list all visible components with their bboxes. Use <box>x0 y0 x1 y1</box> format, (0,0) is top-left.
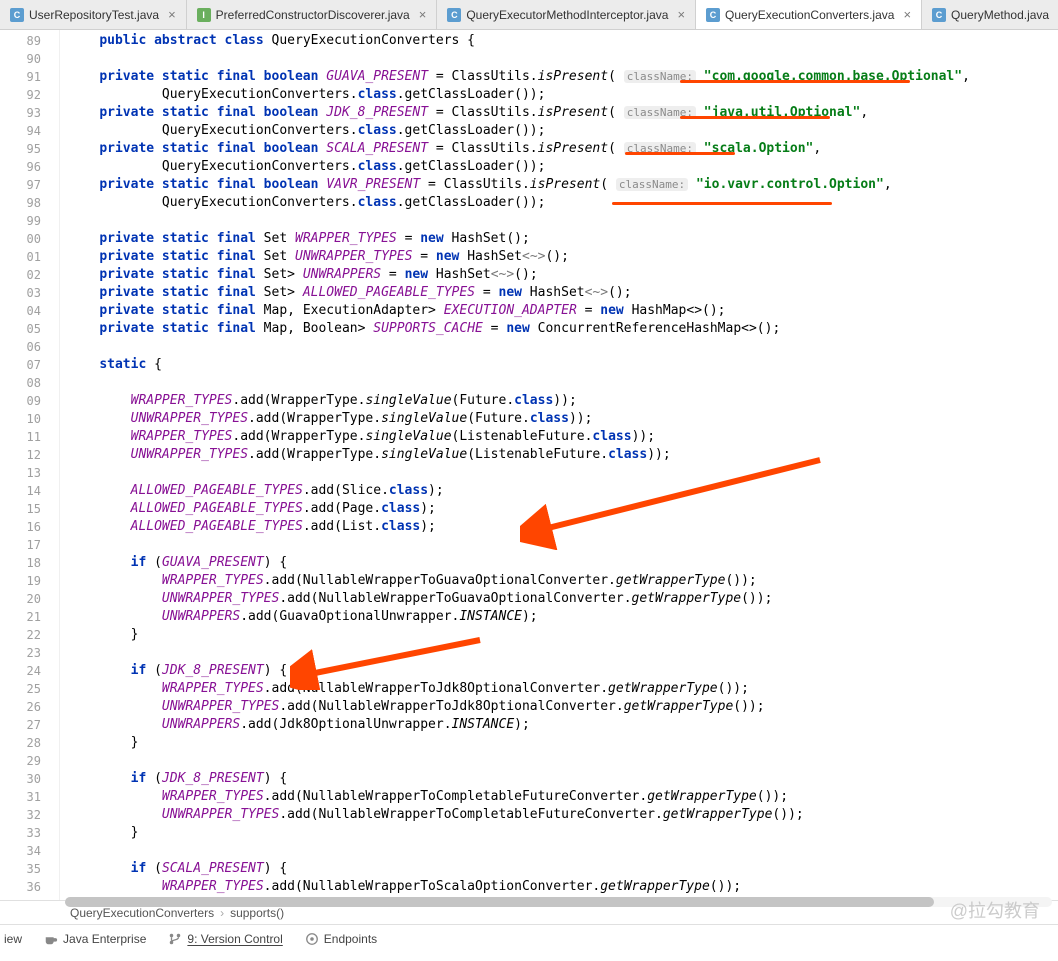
line-number: 31 <box>0 788 41 806</box>
line-number: 94 <box>0 122 41 140</box>
line-number: 01 <box>0 248 41 266</box>
line-number: 04 <box>0 302 41 320</box>
line-number: 35 <box>0 860 41 878</box>
annotation-underline <box>680 80 910 83</box>
line-number: 36 <box>0 878 41 896</box>
line-number: 13 <box>0 464 41 482</box>
line-number: 06 <box>0 338 41 356</box>
annotation-underline <box>612 202 832 205</box>
code-area[interactable]: public abstract class QueryExecutionConv… <box>60 30 1058 900</box>
status-java-enterprise[interactable]: Java Enterprise <box>44 932 146 946</box>
endpoint-icon <box>305 932 319 946</box>
status-endpoints[interactable]: Endpoints <box>305 932 377 946</box>
line-number: 90 <box>0 50 41 68</box>
editor-tabs: C UserRepositoryTest.java × I PreferredConst… <box>0 0 1058 30</box>
line-number: 08 <box>0 374 41 392</box>
line-number: 99 <box>0 212 41 230</box>
annotation-underline <box>680 116 830 119</box>
chevron-right-icon: › <box>220 906 224 920</box>
line-gutter: 8990919293949596979899000102030405060708… <box>0 30 60 900</box>
line-number: 09 <box>0 392 41 410</box>
line-number: 29 <box>0 752 41 770</box>
line-number: 34 <box>0 842 41 860</box>
line-number: 11 <box>0 428 41 446</box>
tab-label: QueryExecutionConverters.java <box>725 8 894 22</box>
tab-label: PreferredConstructorDiscoverer.java <box>216 8 410 22</box>
coffee-icon <box>44 932 58 946</box>
close-icon[interactable]: × <box>677 7 685 22</box>
close-icon[interactable]: × <box>903 7 911 22</box>
line-number: 32 <box>0 806 41 824</box>
line-number: 03 <box>0 284 41 302</box>
line-number: 21 <box>0 608 41 626</box>
line-number: 24 <box>0 662 41 680</box>
file-icon: C <box>706 8 720 22</box>
line-number: 95 <box>0 140 41 158</box>
line-number: 23 <box>0 644 41 662</box>
line-number: 00 <box>0 230 41 248</box>
status-view[interactable]: iew <box>4 932 22 946</box>
tab-label: QueryMethod.java <box>951 8 1049 22</box>
watermark: @拉勾教育 <box>950 897 1040 923</box>
code-editor: 8990919293949596979899000102030405060708… <box>0 30 1058 900</box>
line-number: 92 <box>0 86 41 104</box>
line-number: 93 <box>0 104 41 122</box>
status-bar: iew Java Enterprise 9: Version Control E… <box>0 924 1058 952</box>
file-icon: C <box>932 8 946 22</box>
line-number: 33 <box>0 824 41 842</box>
annotation-underline <box>625 152 735 155</box>
close-icon[interactable]: × <box>168 7 176 22</box>
tab-label: UserRepositoryTest.java <box>29 8 159 22</box>
line-number: 14 <box>0 482 41 500</box>
editor-tab[interactable]: C QueryExecutionConverters.java × <box>696 0 922 29</box>
file-icon: C <box>10 8 24 22</box>
breadcrumb-class[interactable]: QueryExecutionConverters <box>70 906 214 920</box>
tab-label: QueryExecutorMethodInterceptor.java <box>466 8 668 22</box>
line-number: 26 <box>0 698 41 716</box>
branch-icon <box>168 932 182 946</box>
scrollbar-thumb[interactable] <box>65 897 934 907</box>
status-version-control[interactable]: 9: Version Control <box>168 932 282 946</box>
line-number: 20 <box>0 590 41 608</box>
line-number: 19 <box>0 572 41 590</box>
line-number: 22 <box>0 626 41 644</box>
line-number: 16 <box>0 518 41 536</box>
line-number: 98 <box>0 194 41 212</box>
breadcrumb-method[interactable]: supports() <box>230 906 284 920</box>
line-number: 12 <box>0 446 41 464</box>
file-icon: I <box>197 8 211 22</box>
line-number: 89 <box>0 32 41 50</box>
editor-tab[interactable]: C QueryExecutorMethodInterceptor.java × <box>437 0 696 29</box>
line-number: 15 <box>0 500 41 518</box>
line-number: 07 <box>0 356 41 374</box>
line-number: 18 <box>0 554 41 572</box>
line-number: 05 <box>0 320 41 338</box>
line-number: 02 <box>0 266 41 284</box>
line-number: 97 <box>0 176 41 194</box>
line-number: 27 <box>0 716 41 734</box>
editor-tab[interactable]: I PreferredConstructorDiscoverer.java × <box>187 0 438 29</box>
editor-tab[interactable]: CQueryMethod.java× <box>922 0 1058 29</box>
line-number: 37 <box>0 896 41 900</box>
line-number: 96 <box>0 158 41 176</box>
line-number: 25 <box>0 680 41 698</box>
file-icon: C <box>447 8 461 22</box>
line-number: 30 <box>0 770 41 788</box>
line-number: 17 <box>0 536 41 554</box>
line-number: 28 <box>0 734 41 752</box>
horizontal-scrollbar[interactable] <box>65 897 1052 907</box>
line-number: 10 <box>0 410 41 428</box>
close-icon[interactable]: × <box>419 7 427 22</box>
editor-tab[interactable]: C UserRepositoryTest.java × <box>0 0 187 29</box>
line-number: 91 <box>0 68 41 86</box>
